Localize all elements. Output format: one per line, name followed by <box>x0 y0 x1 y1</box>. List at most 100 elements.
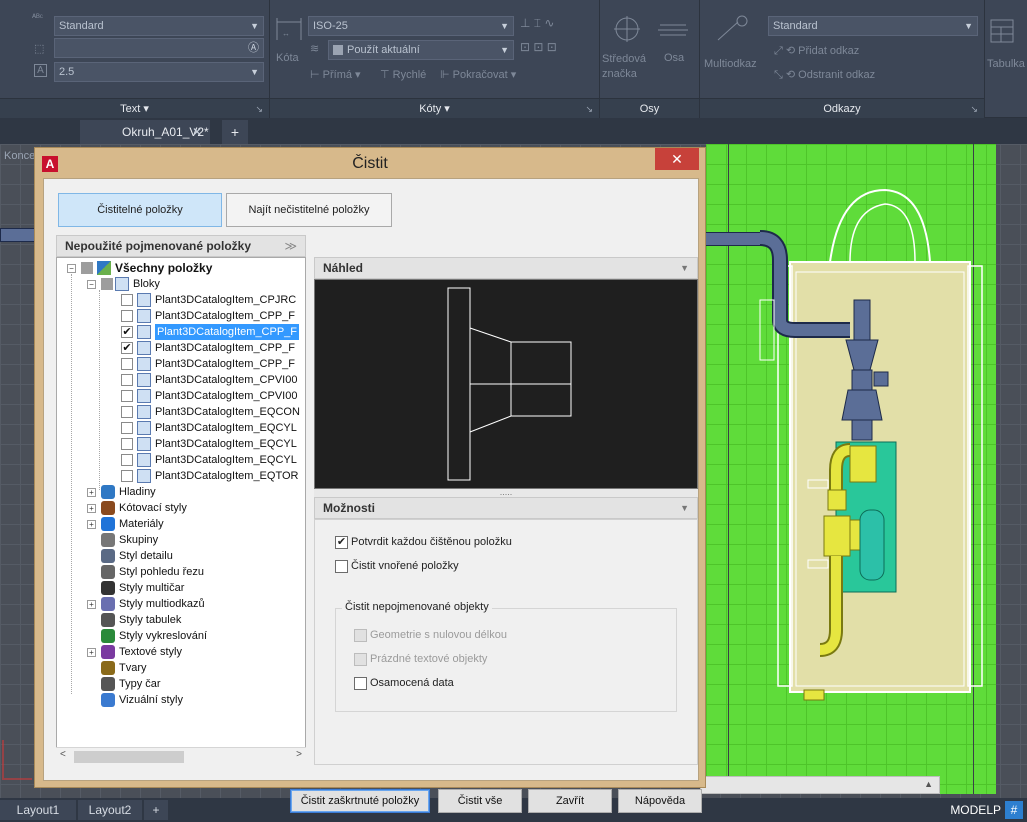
tree-checkbox[interactable] <box>121 294 133 306</box>
collapse-toggle[interactable]: − <box>87 280 96 289</box>
chevron-left-icon[interactable]: < <box>60 749 66 760</box>
tree-item-category[interactable]: Tvary <box>57 660 305 676</box>
purge-nested-checkbox[interactable]: Čistit vnořené položky <box>335 558 459 574</box>
confirm-each-checkbox[interactable]: ✔ Potvrdit každou čištěnou položku <box>335 534 512 550</box>
orphaned-data-checkbox[interactable]: Osamocená data <box>354 675 454 691</box>
tree-item-root[interactable]: − Všechny položky <box>57 260 305 276</box>
scroll-thumb[interactable] <box>74 751 184 763</box>
dialog-close-button[interactable]: ✕ <box>655 148 699 170</box>
text-search-combo[interactable]: Ⓐ <box>54 38 264 58</box>
tree-checkbox[interactable] <box>121 310 133 322</box>
tree-item-block[interactable]: Plant3DCatalogItem_CPVI00 <box>57 388 305 404</box>
tree-item-block[interactable]: Plant3DCatalogItem_EQTOR <box>57 468 305 484</box>
tree-checkbox[interactable] <box>121 406 133 418</box>
expand-toggle[interactable]: + <box>87 600 96 609</box>
add-leader-button[interactable]: ⤢ ⟲ Přidat odkaz <box>774 44 859 58</box>
tree-checkbox[interactable] <box>121 358 133 370</box>
help-button[interactable]: Nápověda <box>618 789 702 813</box>
tree-item-category[interactable]: Styl pohledu řezu <box>57 564 305 580</box>
preview-header[interactable]: Náhled ▼ <box>314 257 698 279</box>
tree-checkbox[interactable] <box>121 470 133 482</box>
text-style-icon[interactable]: ᴬᴮᶜ <box>32 12 43 22</box>
tree-item-blocks[interactable]: − Bloky <box>57 276 305 292</box>
expand-toggle[interactable]: + <box>87 488 96 497</box>
tree-item-category[interactable]: + Materiály <box>57 516 305 532</box>
tree-item-category[interactable]: Skupiny <box>57 532 305 548</box>
collapse-toggle[interactable]: − <box>67 264 76 273</box>
mleader-style-combo[interactable]: Standard ▼ <box>768 16 978 36</box>
remove-leader-button[interactable]: ⤡ ⟲ Odstranit odkaz <box>774 68 875 82</box>
unused-items-tree[interactable]: − Všechny položky − Bloky Plant3DCatalog… <box>56 257 306 765</box>
collapse-icon[interactable]: ≫ <box>284 236 297 256</box>
tree-item-category[interactable]: Styly tabulek <box>57 612 305 628</box>
tree-item-category[interactable]: Vizuální styly <box>57 692 305 708</box>
dims-panel-footer[interactable]: Kóty ▾ ↘ <box>270 98 599 118</box>
model-space-toggle[interactable]: MODELP <box>950 800 1001 820</box>
dim-layer-icon[interactable]: ≋ <box>310 42 319 55</box>
dim-tools-icon[interactable]: ⊥ ⌶ ∿ <box>520 16 554 31</box>
tree-checkbox[interactable]: ✔ <box>121 342 133 354</box>
axis-button[interactable]: Osa <box>656 14 696 84</box>
document-tab[interactable]: Okruh_A01_V2* ✕ <box>80 120 210 144</box>
tree-item-category[interactable]: Typy čar <box>57 676 305 692</box>
dim-button[interactable]: ↔ Kóta <box>274 14 304 74</box>
checkbox-box[interactable] <box>354 676 367 690</box>
tree-checkbox[interactable] <box>81 262 93 274</box>
tree-item-category[interactable]: + Textové styly <box>57 644 305 660</box>
table-button[interactable]: Tabulka <box>987 18 1025 78</box>
checkbox-box[interactable] <box>354 628 367 642</box>
checkbox-box[interactable]: ✔ <box>335 535 348 549</box>
tree-checkbox[interactable] <box>121 454 133 466</box>
tree-item-block[interactable]: Plant3DCatalogItem_EQCYL <box>57 452 305 468</box>
tree-item-category[interactable]: + Hladiny <box>57 484 305 500</box>
expand-toggle[interactable]: + <box>87 520 96 529</box>
tree-checkbox[interactable] <box>121 438 133 450</box>
add-layout-button[interactable]: + <box>144 800 168 820</box>
purge-all-button[interactable]: Čistit vše <box>438 789 522 813</box>
dialog-launcher-icon[interactable]: ↘ <box>255 99 263 119</box>
dim-linear[interactable]: ⊢ Přímá ▾ <box>310 68 361 81</box>
tree-item-block[interactable]: Plant3DCatalogItem_EQCYL <box>57 436 305 452</box>
tree-item-block[interactable]: Plant3DCatalogItem_CPP_F <box>57 308 305 324</box>
tab-non-purgeable-items[interactable]: Najít nečistitelné položky <box>226 193 392 227</box>
tree-item-category[interactable]: + Kótovací styly <box>57 500 305 516</box>
dimstyle-combo[interactable]: ISO-25 ▼ <box>308 16 514 36</box>
dialog-launcher-icon[interactable]: ↘ <box>585 99 593 119</box>
tree-checkbox[interactable] <box>121 374 133 386</box>
center-mark-button[interactable]: Středová značka <box>602 14 652 84</box>
checkbox-box[interactable] <box>354 652 367 666</box>
text-height-combo[interactable]: 2.5 ▼ <box>54 62 264 82</box>
chevron-up-icon[interactable]: ▲ <box>924 779 933 789</box>
tree-item-block[interactable]: Plant3DCatalogItem_EQCYL <box>57 420 305 436</box>
tree-item-block[interactable]: Plant3DCatalogItem_EQCON <box>57 404 305 420</box>
tree-item-category[interactable]: Styly vykreslování <box>57 628 305 644</box>
close-button[interactable]: Zavřít <box>528 789 612 813</box>
tree-checkbox[interactable] <box>101 278 113 290</box>
pane-splitter[interactable]: ..... <box>314 488 698 497</box>
leaders-panel-footer[interactable]: Odkazy ↘ <box>700 98 984 118</box>
tree-item-block[interactable]: Plant3DCatalogItem_CPJRC <box>57 292 305 308</box>
tree-item-category[interactable]: Styl detailu <box>57 548 305 564</box>
options-header[interactable]: Možnosti ▼ <box>314 497 698 519</box>
grid-icon[interactable]: # <box>1005 801 1023 819</box>
multileader-button[interactable]: Multiodkaz <box>702 14 764 84</box>
canvas-scrollbar[interactable]: ▲ <box>700 776 940 794</box>
layout-tab-1[interactable]: Layout1 <box>0 800 76 820</box>
tree-item-block[interactable]: ✔ Plant3DCatalogItem_CPP_F <box>57 324 305 340</box>
tab-purgeable-items[interactable]: Čistitelné položky <box>58 193 222 227</box>
new-tab-button[interactable]: + <box>222 120 248 144</box>
empty-text-checkbox[interactable]: Prázdné textové objekty <box>354 651 487 667</box>
expand-toggle[interactable]: + <box>87 504 96 513</box>
tree-item-block[interactable]: Plant3DCatalogItem_CPVI00 <box>57 372 305 388</box>
tree-checkbox[interactable] <box>121 390 133 402</box>
text-panel-footer[interactable]: Text ▾ ↘ <box>0 98 269 118</box>
purge-checked-button[interactable]: Čistit zaškrtnuté položky <box>290 789 430 813</box>
chevron-right-icon[interactable]: > <box>296 749 302 760</box>
text-height-icon[interactable]: A <box>34 64 47 77</box>
layout-tab-2[interactable]: Layout2 <box>78 800 142 820</box>
tree-item-block[interactable]: Plant3DCatalogItem_CPP_F <box>57 356 305 372</box>
tree-item-category[interactable]: Styly multičar <box>57 580 305 596</box>
tree-hscrollbar[interactable]: < > <box>56 747 306 765</box>
tree-checkbox[interactable]: ✔ <box>121 326 133 338</box>
expand-toggle[interactable]: + <box>87 648 96 657</box>
